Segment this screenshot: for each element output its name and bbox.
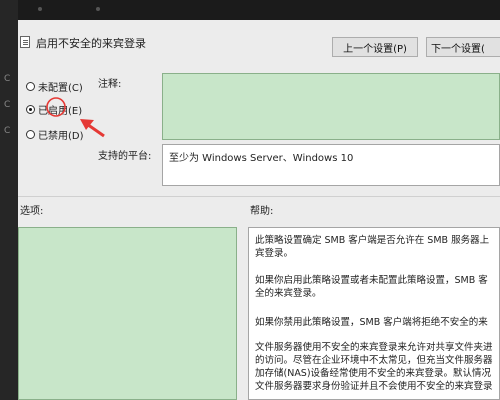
highlight-circle-icon (46, 97, 66, 117)
screen: C C C 启用不安全的来宾登录 上一个设置(P) 下一个设置( 未配置(C) … (0, 0, 500, 400)
annotation-overlay (46, 97, 105, 138)
